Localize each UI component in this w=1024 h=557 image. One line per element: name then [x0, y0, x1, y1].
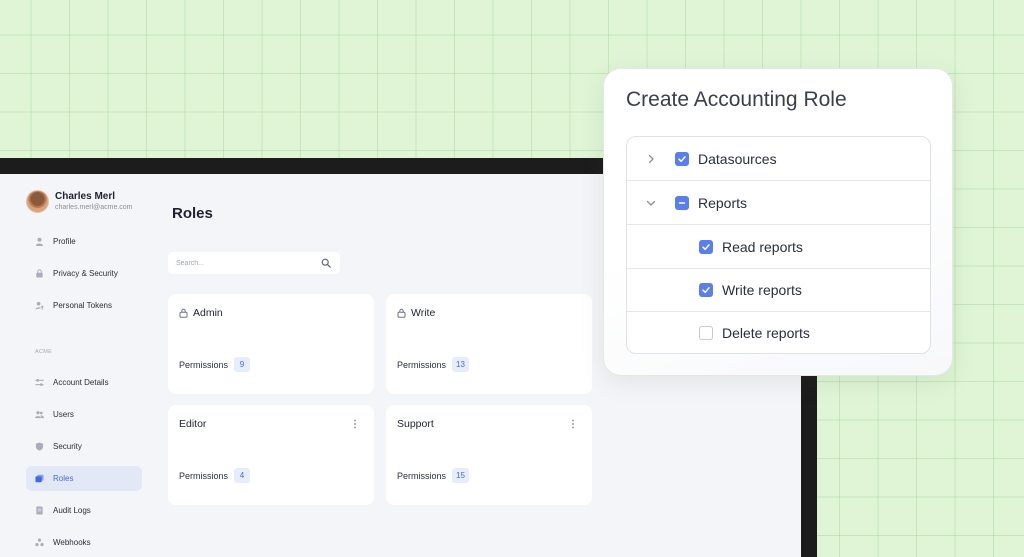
search-box[interactable] — [168, 252, 340, 274]
sidebar-item-profile[interactable]: Profile — [26, 229, 142, 254]
permission-tree: Datasources Reports Read reports Write r… — [626, 136, 931, 354]
role-name: Admin — [193, 307, 223, 319]
sidebar-item-roles[interactable]: Roles — [26, 466, 142, 491]
role-card-support[interactable]: Support Permissions 15 — [386, 405, 592, 505]
sidebar: Charles Merl charles.merl@acme.com Profi… — [0, 174, 155, 557]
section-label: ACME — [35, 349, 53, 355]
permissions-count-badge: 9 — [234, 357, 251, 372]
check-icon — [702, 286, 710, 293]
role-card-write[interactable]: Write Permissions 13 — [386, 294, 592, 394]
sidebar-item-security[interactable]: Security — [26, 434, 142, 459]
sidebar-item-privacy-security[interactable]: Privacy & Security — [26, 261, 142, 286]
role-card-admin[interactable]: Admin Permissions 9 — [168, 294, 374, 394]
webhook-icon — [35, 538, 44, 547]
sidebar-item-label: Personal Tokens — [53, 301, 112, 310]
roles-icon — [35, 474, 44, 483]
tree-label: Delete reports — [722, 325, 810, 341]
dialog-title: Create Accounting Role — [626, 88, 847, 111]
tree-row-read-reports[interactable]: Read reports — [627, 225, 930, 269]
lock-icon — [35, 269, 44, 278]
checkbox-read-reports[interactable] — [699, 239, 713, 254]
sidebar-item-label: Audit Logs — [53, 506, 91, 515]
chevron-down-icon[interactable] — [646, 198, 656, 208]
sidebar-item-label: Users — [53, 410, 74, 419]
sidebar-item-label: Webhooks — [53, 538, 91, 547]
sidebar-item-label: Profile — [53, 237, 76, 246]
sidebar-item-label: Account Details — [53, 378, 109, 387]
sidebar-item-account-details[interactable]: Account Details — [26, 370, 142, 395]
permissions-count-badge: 4 — [234, 468, 251, 483]
permissions-count-badge: 13 — [452, 357, 469, 372]
shield-icon — [35, 442, 44, 451]
document-icon — [35, 506, 44, 515]
check-icon — [702, 243, 710, 250]
create-role-dialog: Create Accounting Role Datasources Repor… — [603, 68, 953, 376]
tree-label: Reports — [698, 194, 748, 211]
avatar — [26, 190, 49, 213]
minus-icon — [678, 201, 686, 204]
checkbox-delete-reports[interactable] — [699, 326, 713, 340]
lock-icon — [397, 308, 406, 318]
sidebar-item-label: Privacy & Security — [53, 269, 118, 278]
users-icon — [35, 410, 44, 419]
sidebar-item-audit-logs[interactable]: Audit Logs — [26, 498, 142, 523]
user-profile[interactable]: Charles Merl charles.merl@acme.com — [26, 190, 133, 213]
tree-row-reports[interactable]: Reports — [627, 181, 930, 225]
permissions-label: Permissions — [397, 470, 447, 481]
sidebar-item-webhooks[interactable]: Webhooks — [26, 530, 142, 555]
role-name: Editor — [179, 418, 207, 430]
search-input[interactable] — [176, 259, 306, 267]
role-name: Write — [411, 307, 436, 319]
search-icon[interactable] — [321, 258, 331, 268]
permissions-count-badge: 15 — [452, 468, 469, 483]
check-icon — [678, 155, 686, 162]
sliders-icon — [35, 378, 44, 387]
user-name: Charles Merl — [55, 190, 116, 202]
page-title: Roles — [172, 205, 213, 222]
user-icon — [35, 237, 44, 246]
more-options-icon[interactable] — [353, 419, 357, 429]
permissions-label: Permissions — [179, 359, 229, 370]
role-name: Support — [397, 418, 434, 430]
sidebar-item-users[interactable]: Users — [26, 402, 142, 427]
sidebar-item-personal-tokens[interactable]: Personal Tokens — [26, 293, 142, 318]
tree-row-write-reports[interactable]: Write reports — [627, 268, 930, 312]
sidebar-item-label: Roles — [53, 474, 74, 483]
tree-row-datasources[interactable]: Datasources — [627, 137, 930, 181]
user-key-icon — [35, 301, 44, 310]
sidebar-item-label: Security — [53, 442, 82, 451]
checkbox-write-reports[interactable] — [699, 282, 713, 297]
chevron-right-icon[interactable] — [646, 154, 656, 164]
role-card-editor[interactable]: Editor Permissions 4 — [168, 405, 374, 505]
permissions-label: Permissions — [397, 359, 447, 370]
checkbox-datasources[interactable] — [675, 151, 689, 166]
lock-icon — [179, 308, 188, 318]
user-email: charles.merl@acme.com — [55, 203, 133, 211]
checkbox-reports[interactable] — [675, 195, 689, 210]
tree-label: Datasources — [698, 150, 777, 167]
tree-label: Read reports — [722, 238, 803, 255]
tree-row-delete-reports[interactable]: Delete reports — [627, 311, 930, 353]
tree-label: Write reports — [722, 281, 802, 298]
permissions-label: Permissions — [179, 470, 229, 481]
more-options-icon[interactable] — [571, 419, 575, 429]
